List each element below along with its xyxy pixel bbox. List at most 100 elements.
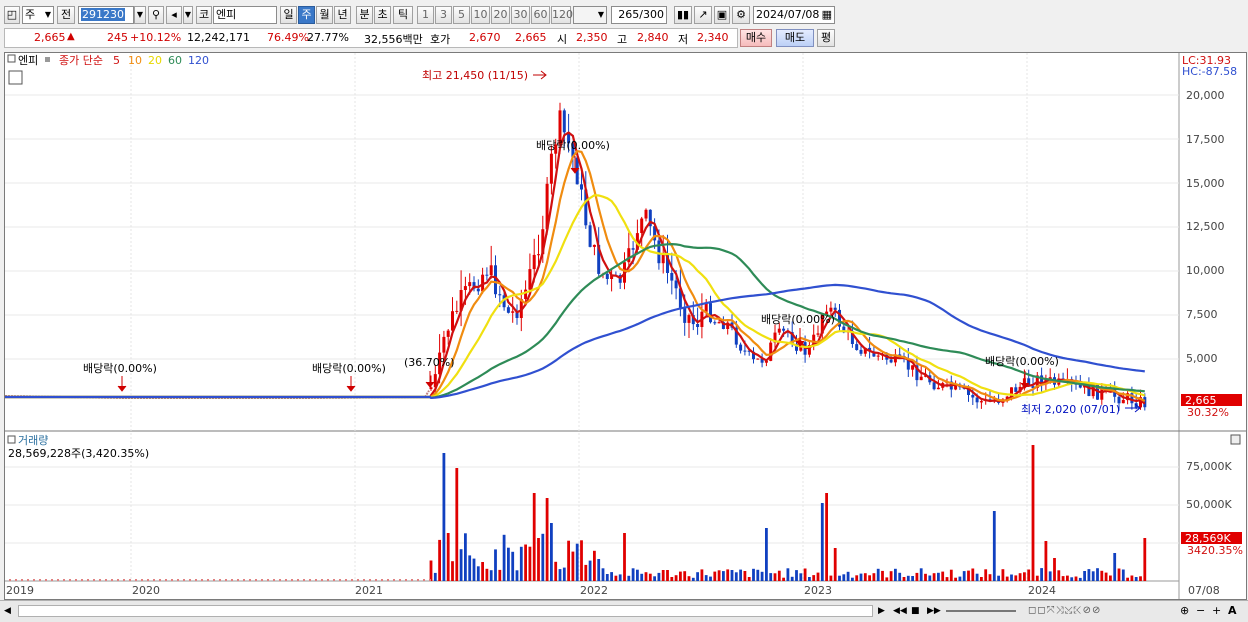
zoom-in-icon[interactable]: + xyxy=(1212,603,1224,619)
interval-20[interactable]: 20 xyxy=(491,6,510,24)
volume-bar xyxy=(868,575,871,581)
volume-bar xyxy=(597,559,601,581)
scroll-right-icon[interactable]: ▶ xyxy=(878,604,892,619)
window-menu-icon[interactable]: ◰ xyxy=(4,6,20,24)
bar-size-icon[interactable]: ▮▮ xyxy=(674,6,692,24)
fast-forward-icon[interactable]: ▶▶ xyxy=(927,604,941,619)
volume-bar xyxy=(855,575,859,581)
volume-bar xyxy=(207,579,209,581)
speaker-dropdown-icon[interactable]: ▼ xyxy=(183,6,193,24)
code-value: 291230 xyxy=(81,8,125,21)
period-second[interactable]: 초 xyxy=(374,6,391,24)
interval-1[interactable]: 1 xyxy=(417,6,434,24)
scroll-left-icon[interactable]: ◀ xyxy=(4,604,17,618)
code-input[interactable]: 291230 xyxy=(78,6,134,24)
name-field[interactable]: 엔피 xyxy=(213,6,277,24)
volume-bar xyxy=(1035,575,1039,581)
buy-button[interactable]: 매수 xyxy=(740,29,772,47)
volume-bar xyxy=(27,579,29,581)
period-tick[interactable]: 틱 xyxy=(393,6,413,24)
ma-line xyxy=(5,150,1146,402)
volume-tag-pct: 3420.35% xyxy=(1187,544,1243,557)
code-dropdown-icon[interactable]: ▼ xyxy=(134,6,146,24)
candle-body xyxy=(932,382,936,390)
up-triangle-icon: ▲ xyxy=(67,31,75,42)
price-tick: 5,000 xyxy=(1186,352,1218,365)
interval-60[interactable]: 60 xyxy=(531,6,550,24)
candle-body xyxy=(455,310,459,312)
volume-bar xyxy=(141,579,143,581)
period-week[interactable]: 주 xyxy=(298,6,315,24)
volume-bar xyxy=(812,575,816,581)
volume-bar xyxy=(919,568,923,581)
market-select[interactable]: 주 ▼ xyxy=(22,6,54,24)
speaker-icon[interactable]: ◂ xyxy=(166,6,182,24)
draw-tools-icon[interactable]: ◻◻⤧⤨⤩⤪⊘⊘ xyxy=(1028,603,1178,619)
font-size-icon[interactable]: A xyxy=(1228,603,1242,619)
market2-button[interactable]: 코 xyxy=(196,6,212,24)
open-label: 시 xyxy=(557,33,568,46)
period-year[interactable]: 년 xyxy=(334,6,351,24)
volume-bar xyxy=(315,579,317,581)
volume-bar xyxy=(842,574,846,581)
volume-bar xyxy=(945,577,949,581)
candle-body xyxy=(537,254,540,256)
low-price: 2,340 xyxy=(697,31,729,44)
gear-icon[interactable]: ⚙ xyxy=(732,6,750,24)
interval-5[interactable]: 5 xyxy=(453,6,470,24)
volume-bar xyxy=(915,572,919,581)
count-field[interactable]: 265/300 xyxy=(611,6,667,24)
volume-bar xyxy=(709,576,712,581)
search-icon[interactable]: ⚲ xyxy=(148,6,164,24)
price-tick: 15,000 xyxy=(1186,177,1225,190)
volume-title: 거래량 xyxy=(18,434,48,447)
volume-bar xyxy=(1018,573,1022,581)
stop-icon[interactable]: ■ xyxy=(911,604,925,619)
volume-bar xyxy=(739,569,742,581)
volume-bar xyxy=(1091,571,1095,581)
save-icon[interactable]: ▣ xyxy=(714,6,730,24)
custom-interval-select[interactable]: ▼ xyxy=(573,6,607,24)
volume-bar xyxy=(1096,568,1099,581)
volume-bar xyxy=(1074,576,1078,581)
close-icon[interactable] xyxy=(1230,434,1241,445)
volume-bar xyxy=(1040,568,1043,581)
candle-body xyxy=(971,395,975,398)
volume-bar xyxy=(1134,577,1138,581)
interval-3[interactable]: 3 xyxy=(435,6,452,24)
candle-body xyxy=(549,153,553,184)
zoom-slider[interactable] xyxy=(946,610,1016,612)
volume-bar xyxy=(129,579,131,581)
volume-bar xyxy=(872,573,876,581)
prev-button[interactable]: 전 xyxy=(57,6,75,24)
eval-button[interactable]: 평 xyxy=(817,29,835,47)
interval-30[interactable]: 30 xyxy=(511,6,530,24)
scroll-track[interactable] xyxy=(18,605,873,617)
period-minute[interactable]: 분 xyxy=(356,6,373,24)
rewind-icon[interactable]: ◀◀ xyxy=(893,604,907,619)
volume-bar xyxy=(219,579,221,581)
volume-info: 28,569,228주(3,420.35%) xyxy=(8,447,149,460)
volume-bar xyxy=(820,503,824,581)
chart-area[interactable]: 엔피 종가 단순 5 10 20 60 120 LC:31.93 HC:-87.… xyxy=(4,52,1247,600)
volume-bar xyxy=(69,579,71,581)
tool-icon[interactable]: ↗ xyxy=(694,6,712,24)
volume-bar xyxy=(303,579,305,581)
sell-button[interactable]: 매도 xyxy=(776,29,814,47)
volume-bar xyxy=(661,570,665,581)
zoom-reset-icon[interactable]: ⊕ xyxy=(1180,603,1192,619)
open-price: 2,350 xyxy=(576,31,608,44)
volume-bar xyxy=(997,575,1000,581)
volume-bar xyxy=(683,571,687,581)
volume-bar xyxy=(213,579,215,581)
period-day[interactable]: 일 xyxy=(280,6,297,24)
interval-120[interactable]: 120 xyxy=(551,6,573,24)
date-field[interactable]: 2024/07/08 ▦ xyxy=(753,6,835,24)
period-month[interactable]: 월 xyxy=(316,6,333,24)
interval-10[interactable]: 10 xyxy=(471,6,490,24)
zoom-out-icon[interactable]: − xyxy=(1196,603,1208,619)
candle-body xyxy=(670,273,674,281)
table-icon[interactable] xyxy=(8,70,23,85)
legend-ma-20: 20 xyxy=(148,54,162,67)
bid-price: 2,665 xyxy=(515,31,547,44)
